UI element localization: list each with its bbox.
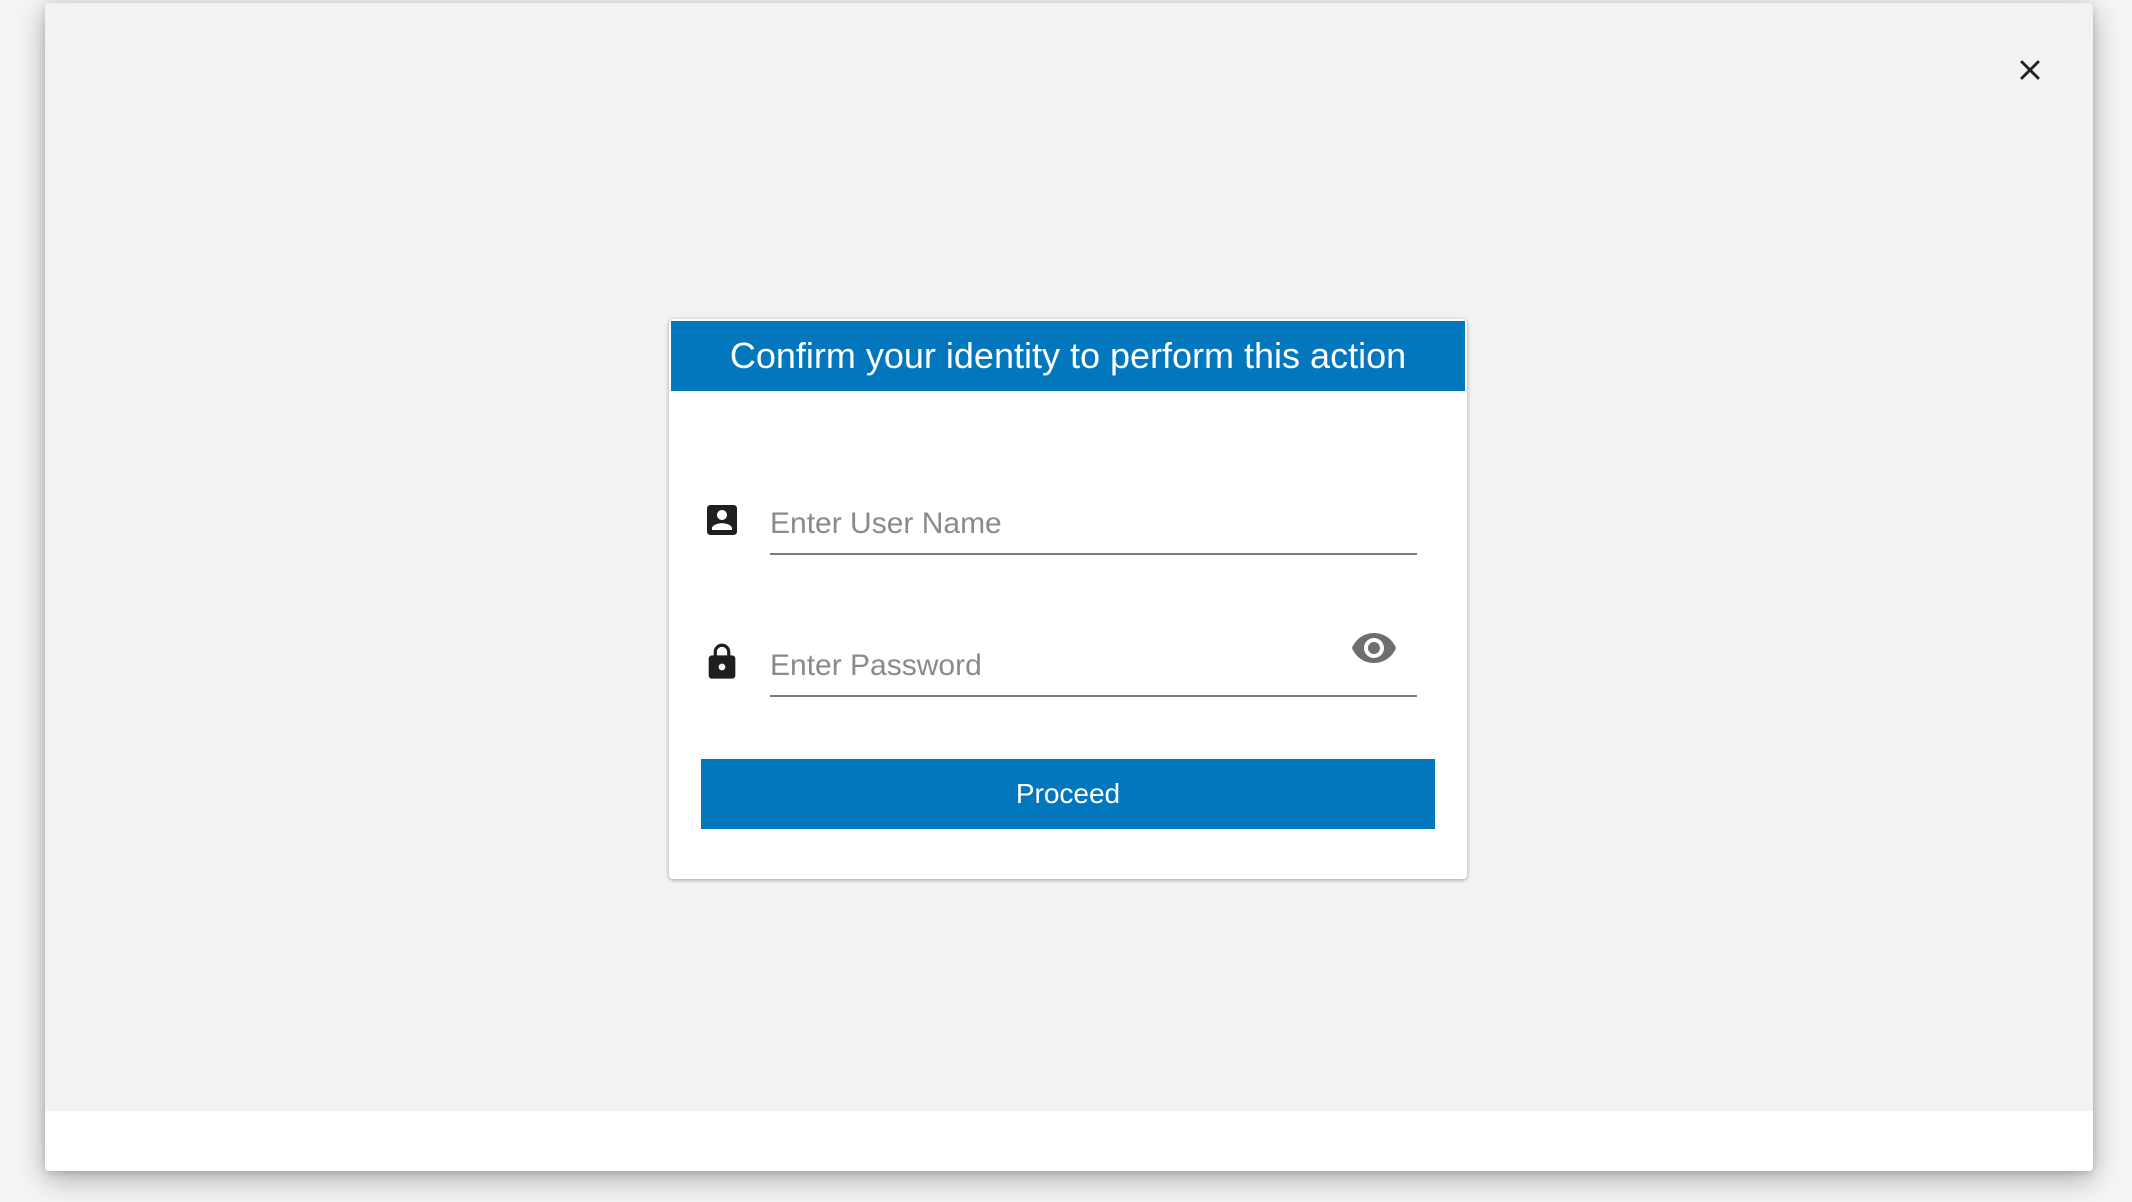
account-box-icon xyxy=(701,497,743,543)
proceed-button[interactable]: Proceed xyxy=(701,759,1435,829)
toggle-password-visibility-button[interactable] xyxy=(1349,627,1399,669)
password-input[interactable] xyxy=(770,619,1417,697)
password-row xyxy=(669,611,1467,701)
identity-dialog: Confirm your identity to perform this ac… xyxy=(669,319,1467,879)
close-icon xyxy=(2020,60,2040,80)
identity-overlay: Confirm your identity to perform this ac… xyxy=(45,3,2093,1171)
close-button[interactable] xyxy=(2005,45,2055,95)
username-input[interactable] xyxy=(770,477,1417,555)
lock-icon xyxy=(701,639,743,685)
overlay-footer xyxy=(45,1111,2093,1171)
dialog-title: Confirm your identity to perform this ac… xyxy=(671,321,1465,391)
eye-icon xyxy=(1352,633,1396,663)
username-row xyxy=(669,469,1467,559)
